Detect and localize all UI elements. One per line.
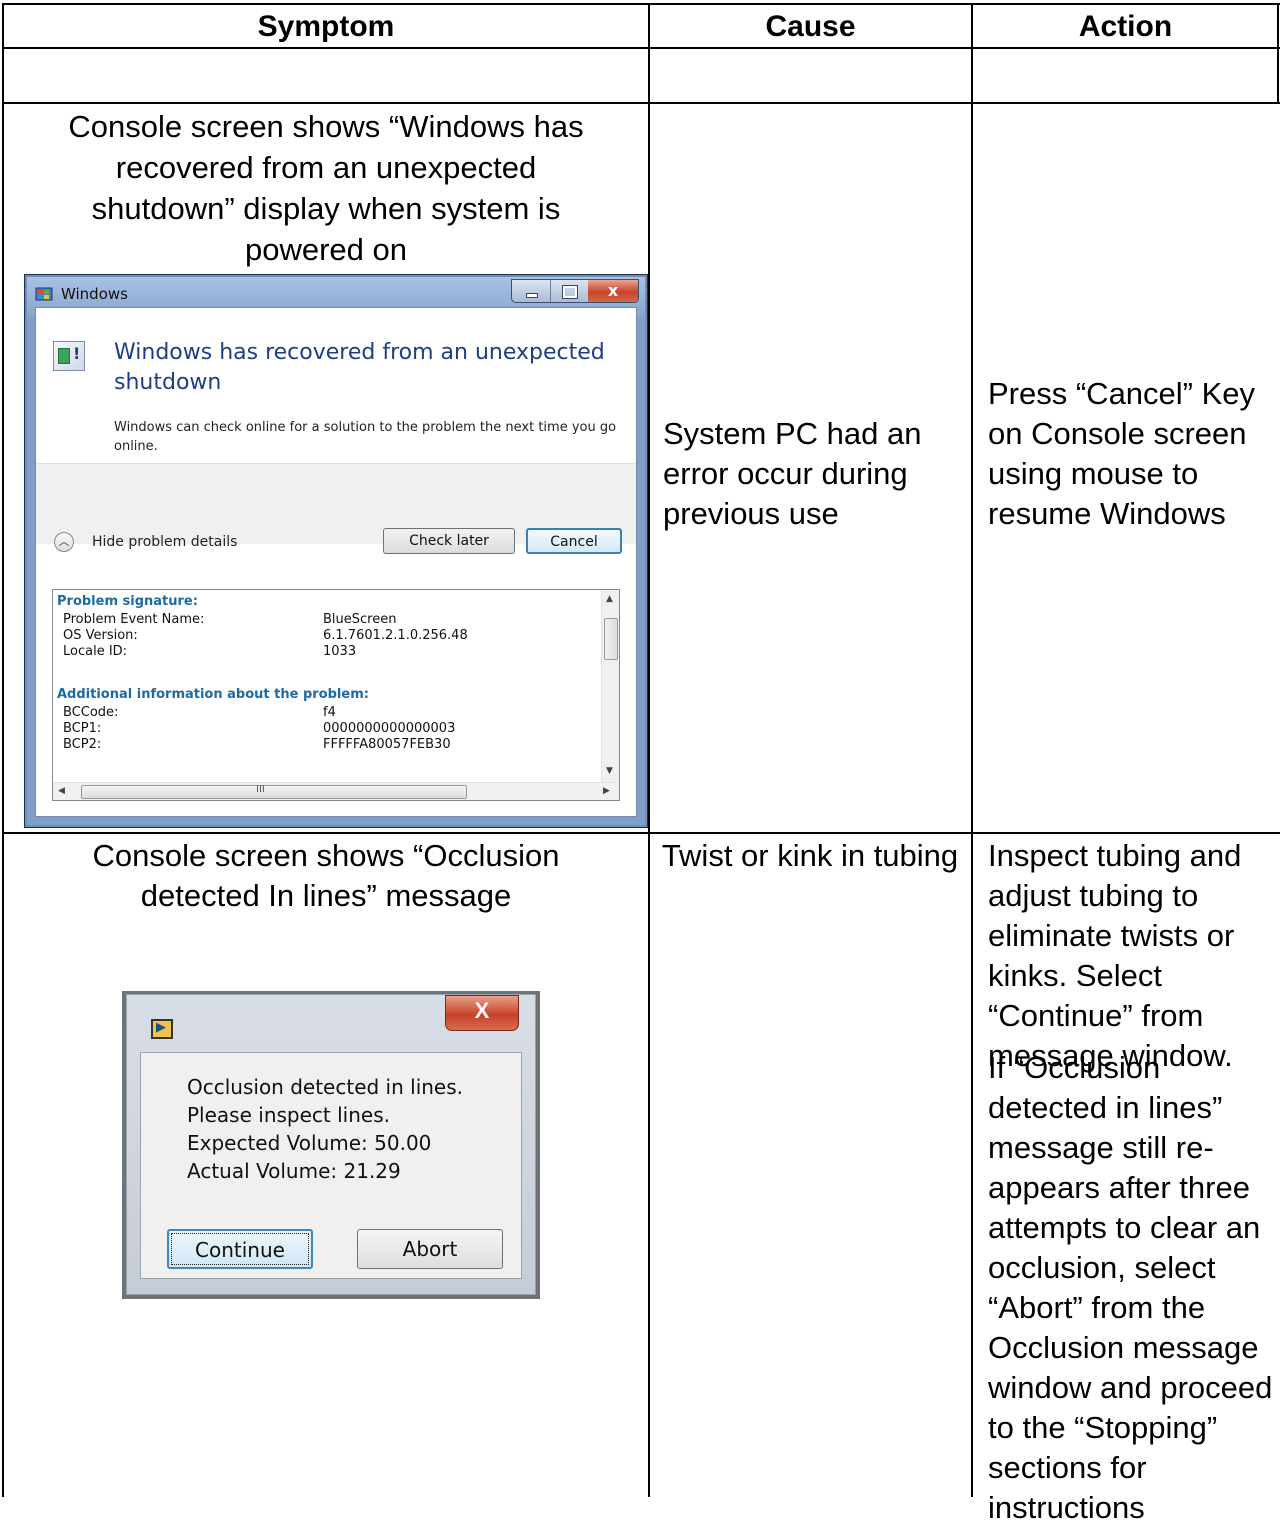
check-later-button: Check later [383,528,515,554]
close-icon: X [445,995,519,1031]
occlusion-dialog-frame: X Occlusion detected in lines. Please in… [126,994,536,1295]
scroll-up-arrow-icon: ▲ [606,594,613,604]
scroll-grip-icon: III [256,784,265,795]
occlusion-line: Occlusion detected in lines. [187,1075,464,1099]
sig-value: 6.1.7601.2.1.0.256.48 [323,628,468,643]
sig-value: BlueScreen [323,612,397,627]
row1-action-text: Press “Cancel” Key on Console screen usi… [988,376,1256,531]
header-cause: Cause [765,10,856,43]
window-controls: x [511,279,639,303]
horizontal-scroll-thumb: III [81,784,467,799]
problem-report-icon [53,341,85,371]
table-left-border [2,3,4,1497]
minimize-icon [512,280,551,302]
add-label: BCCode: [63,705,119,720]
sig-value: 1033 [323,644,357,659]
vertical-scrollbar: ▲ ▼ [601,590,619,783]
problem-signature-heading: Problem signature: [57,594,198,609]
table-row1-divider [2,102,1280,104]
chevron-up-icon: ︿ [54,532,74,552]
add-value: FFFFFA80057FEB30 [323,737,451,752]
scroll-down-arrow-icon: ▼ [606,766,613,776]
labview-app-icon [151,1019,173,1039]
row1-cause-text: System PC had an error occur during prev… [663,416,922,531]
hide-problem-details-label: Hide problem details [92,534,238,550]
abort-button: Abort [357,1229,503,1269]
occlusion-dialog-client: Occlusion detected in lines. Please insp… [140,1052,522,1279]
windows-app-icon [35,285,53,303]
dialog-body-text: Windows can check online for a solution … [114,420,617,454]
dialog-title: Windows [61,285,128,303]
maximize-icon [551,280,587,302]
table-col-divider-1 [648,3,650,1497]
row1-symptom-text: Console screen shows “Windows has recove… [68,109,584,267]
dialog-heading: Windows has recovered from an unexpected… [114,340,605,395]
sig-label: OS Version: [63,628,138,643]
expected-volume-line: Expected Volume: 50.00 [187,1131,432,1155]
cancel-button: Cancel [526,528,622,554]
table-header-divider [2,47,1280,49]
vertical-scroll-thumb [604,618,618,660]
table-row2-divider [2,832,1280,834]
scroll-left-arrow-icon: ◀ [58,786,65,796]
sig-label: Problem Event Name: [63,612,205,627]
header-action: Action [1078,10,1173,43]
add-label: BCP1: [63,721,102,736]
occlusion-message: Occlusion detected in lines. Please insp… [187,1073,463,1185]
continue-button: Continue [167,1229,313,1269]
sig-label: Locale ID: [63,644,128,659]
horizontal-scrollbar: ◀ III ▶ [53,782,619,800]
row2-action-text-1: Inspect tubing and adjust tubing to elim… [988,838,1242,1073]
actual-volume-line: Actual Volume: 21.29 [187,1159,401,1183]
row2-action-text-2: If “Occlusion detected in lines” message… [988,1050,1273,1525]
occlusion-dialog-screenshot: X Occlusion detected in lines. Please in… [122,991,540,1299]
windows-recovery-dialog-screenshot: Windows x Windows has recovered from an … [24,274,648,828]
problem-details-list: Problem signature: Problem Event Name: B… [52,589,620,801]
dialog-frame: Windows x Windows has recovered from an … [27,277,645,825]
inspect-line: Please inspect lines. [187,1103,390,1127]
table-col-divider-2 [971,3,973,1497]
add-label: BCP2: [63,737,102,752]
add-value: f4 [323,705,336,720]
add-value: 0000000000000003 [323,721,456,736]
row2-symptom-text: Console screen shows “Occlusion detected… [92,838,560,913]
scroll-right-arrow-icon: ▶ [603,786,610,796]
additional-info-heading: Additional information about the problem… [57,687,369,702]
close-icon: x [588,280,638,302]
row2-cause-text: Twist or kink in tubing [661,838,959,873]
header-symptom: Symptom [257,10,395,43]
dialog-client-area: Windows has recovered from an unexpected… [35,307,637,817]
table-top-border [2,3,1280,5]
